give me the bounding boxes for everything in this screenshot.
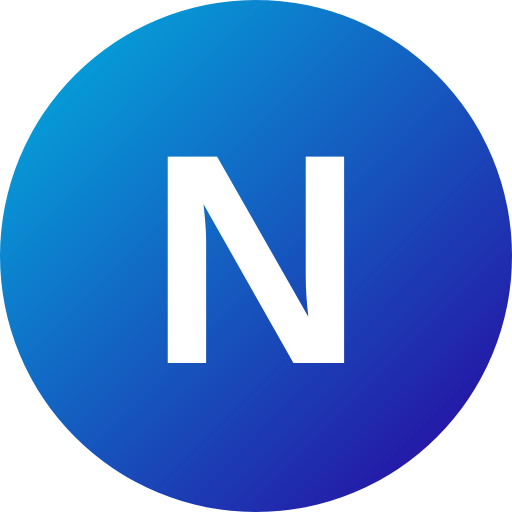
badge-letter: N <box>147 91 365 427</box>
icon-canvas: N <box>0 0 512 512</box>
